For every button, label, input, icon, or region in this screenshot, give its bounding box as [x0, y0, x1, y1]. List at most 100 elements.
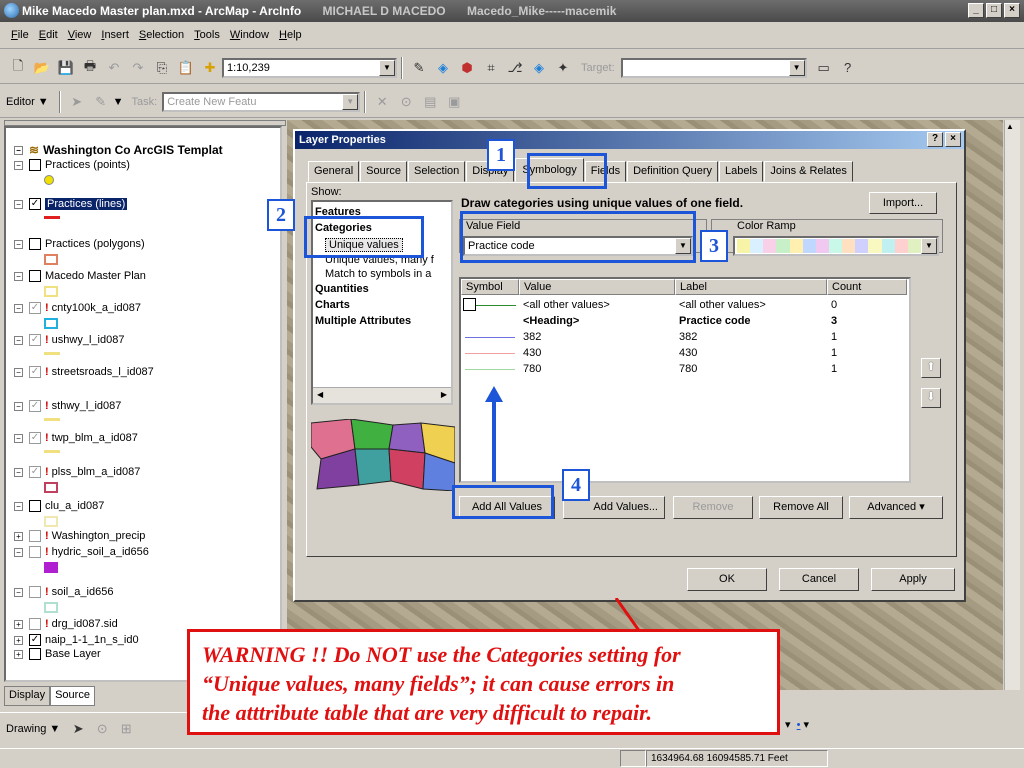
target-combo[interactable]: ▼ [620, 57, 807, 78]
toc-layer-row[interactable]: − ✓! sthwy_l_id087 [14, 398, 121, 414]
expand-toggle-icon[interactable]: − [14, 199, 23, 209]
task-combo[interactable]: Create New Featu ▼ [162, 91, 361, 112]
value-cell-label[interactable]: Practice code [679, 315, 751, 327]
open-icon[interactable]: 📂 [33, 59, 51, 77]
value-cell-value[interactable]: 780 [523, 363, 541, 375]
window-icon[interactable]: ▭ [815, 59, 833, 77]
print-icon[interactable]: 🖶 [81, 58, 99, 77]
expand-toggle-icon[interactable]: + [14, 635, 23, 645]
toc-layer-row[interactable]: − ✓! twp_blm_a_id087 [14, 430, 138, 446]
toc-root[interactable]: − ≋ Washington Co ArcGIS Templat [14, 142, 223, 158]
tab-definition-query[interactable]: Definition Query [627, 161, 718, 182]
layer-visibility-checkbox[interactable] [29, 238, 41, 250]
menu-insert[interactable]: Insert [101, 29, 129, 41]
value-cell-value[interactable]: 430 [523, 347, 541, 359]
rotate-icon[interactable]: ⊙ [93, 720, 111, 738]
layer-visibility-checkbox[interactable]: ✓ [29, 432, 41, 444]
value-cell-label[interactable]: 430 [679, 347, 697, 359]
expand-toggle-icon[interactable]: + [14, 531, 23, 541]
model-builder-icon[interactable]: ⎇ [506, 59, 524, 77]
toc-layer-row[interactable]: +! Washington_precip [14, 528, 145, 544]
toc-layer-row[interactable]: − ✓! plss_blm_a_id087 [14, 464, 140, 480]
chevron-down-icon[interactable]: ▼ [342, 93, 359, 110]
layer-symbol[interactable] [44, 418, 60, 421]
dialog-close-button[interactable]: × [945, 132, 961, 147]
value-cell-count[interactable]: 0 [831, 299, 837, 311]
tab-joins-relates[interactable]: Joins & Relates [764, 161, 853, 182]
col-value[interactable]: Value [519, 279, 675, 295]
sketch-tool-icon[interactable]: ✎ [92, 93, 110, 111]
value-cell-value[interactable]: <Heading> [523, 315, 579, 327]
show-list-item[interactable]: Charts [315, 299, 350, 311]
split-icon[interactable]: ✕ [373, 93, 391, 111]
expand-toggle-icon[interactable]: − [14, 587, 23, 597]
toc-layer-row[interactable]: − Practices (polygons) [14, 236, 145, 252]
move-down-button[interactable]: ⬇ [921, 388, 941, 408]
show-list-item[interactable]: Multiple Attributes [315, 315, 411, 327]
toc-layer-row[interactable]: −! soil_a_id656 [14, 584, 113, 600]
menu-tools[interactable]: Tools [194, 29, 220, 41]
layer-visibility-checkbox[interactable]: ✓ [29, 334, 41, 346]
tab-source[interactable]: Source [360, 161, 407, 182]
layer-visibility-checkbox[interactable] [29, 530, 41, 542]
ok-button[interactable]: OK [687, 568, 767, 591]
value-cell-count[interactable]: 1 [831, 331, 837, 343]
col-symbol[interactable]: Symbol [461, 279, 519, 295]
menu-file[interactable]: File [11, 29, 29, 41]
layer-symbol[interactable] [44, 516, 58, 527]
expand-toggle-icon[interactable]: − [14, 239, 23, 249]
layer-visibility-checkbox[interactable] [29, 546, 41, 558]
chevron-down-icon[interactable]: ▼ [113, 96, 124, 108]
layer-symbol[interactable] [44, 482, 58, 493]
expand-toggle-icon[interactable]: − [14, 303, 23, 313]
edit-tool-icon[interactable]: ➤ [68, 93, 86, 111]
values-table[interactable]: Symbol Value Label Count <all other valu… [459, 277, 911, 483]
value-cell-value[interactable]: <all other values> [523, 299, 610, 311]
toc-layer-row[interactable]: − Practices (points) [14, 157, 130, 173]
select-elements-icon[interactable]: ➤ [69, 720, 87, 738]
expand-toggle-icon[interactable]: − [14, 467, 23, 477]
layer-visibility-checkbox[interactable]: ✓ [29, 198, 41, 210]
expand-toggle-icon[interactable]: + [14, 619, 23, 629]
chevron-down-icon[interactable]: ▼ [38, 96, 49, 108]
toc-layer-row[interactable]: −! hydric_soil_a_id656 [14, 544, 149, 560]
layer-visibility-checkbox[interactable] [29, 586, 41, 598]
table-of-contents[interactable]: − ≋ Washington Co ArcGIS Templat − Practice… [4, 126, 282, 682]
scroll-up-icon[interactable]: ▲ [1006, 122, 1014, 131]
layer-symbol[interactable] [44, 254, 58, 265]
menu-help[interactable]: Help [279, 29, 302, 41]
toc-layer-row[interactable]: − Macedo Master Plan [14, 268, 146, 284]
menu-window[interactable]: Window [230, 29, 269, 41]
toc-layer-row[interactable]: − ✓! streetsroads_l_id087 [14, 364, 154, 380]
expand-toggle-icon[interactable]: − [14, 335, 23, 345]
layer-visibility-checkbox[interactable] [29, 159, 41, 171]
layer-symbol[interactable] [44, 562, 58, 573]
col-count[interactable]: Count [827, 279, 907, 295]
maximize-button[interactable]: □ [986, 3, 1002, 18]
layer-symbol[interactable] [44, 216, 60, 219]
menu-edit[interactable]: Edit [39, 29, 58, 41]
toc-layer-row[interactable]: − clu_a_id087 [14, 498, 104, 514]
symbol-line[interactable] [465, 337, 515, 338]
font-color-controls[interactable]: ▾ • ▾ [785, 718, 809, 731]
expand-toggle-icon[interactable]: − [14, 501, 23, 511]
chevron-down-icon[interactable]: ▼ [379, 59, 395, 76]
tab-display[interactable]: Display [4, 686, 51, 706]
help-button[interactable]: ? [927, 132, 943, 147]
tab-labels[interactable]: Labels [718, 161, 764, 182]
expand-toggle-icon[interactable]: − [14, 547, 23, 557]
layer-symbol[interactable] [44, 175, 54, 185]
chevron-down-icon[interactable]: ▼ [788, 59, 805, 76]
toc-layer-row[interactable]: − ✓! cnty100k_a_id087 [14, 300, 141, 316]
menu-selection[interactable]: Selection [139, 29, 184, 41]
drawing-menu[interactable]: Drawing [6, 723, 46, 735]
tool-icon[interactable]: ✦ [554, 59, 572, 77]
layer-symbol[interactable] [44, 352, 60, 355]
layer-visibility-checkbox[interactable] [29, 618, 41, 630]
expand-toggle-icon[interactable]: − [14, 160, 23, 170]
value-cell-value[interactable]: 382 [523, 331, 541, 343]
arctoolbox-icon[interactable]: ⬢ [458, 59, 476, 77]
menu-view[interactable]: View [68, 29, 92, 41]
tab-source[interactable]: Source [50, 686, 95, 706]
value-cell-count[interactable]: 3 [831, 315, 837, 327]
